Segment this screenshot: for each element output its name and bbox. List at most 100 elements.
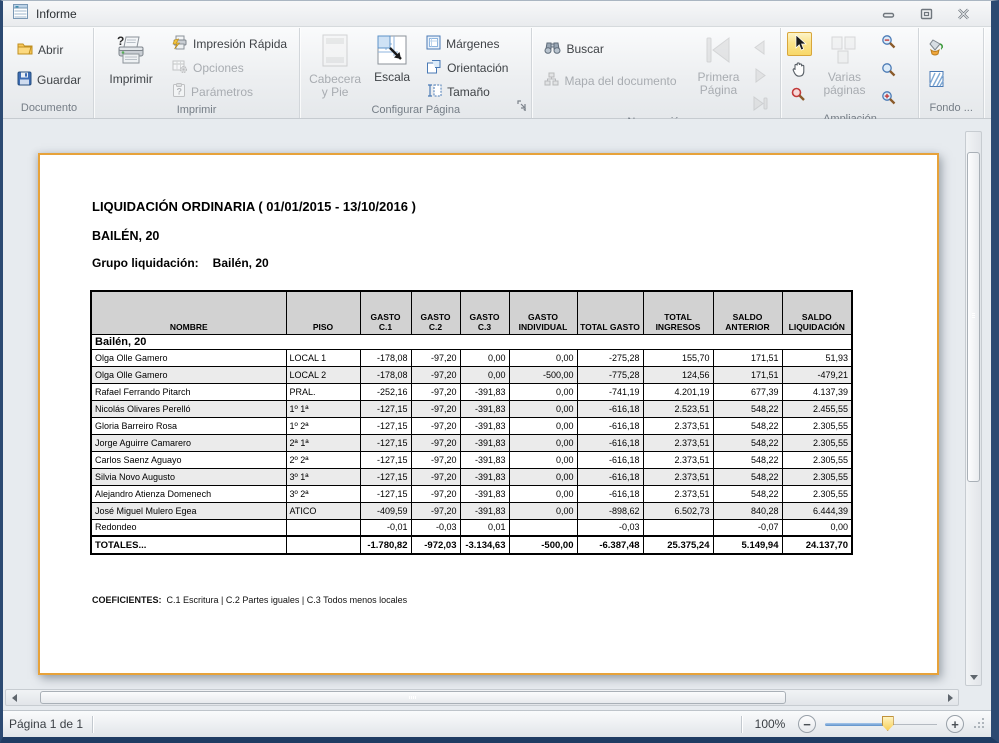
ribbon-group-documento: Abrir Guardar Documento bbox=[5, 28, 94, 118]
scroll-up-button[interactable] bbox=[966, 132, 981, 148]
pagina-anterior-button[interactable] bbox=[748, 35, 774, 59]
table-cell: 51,93 bbox=[782, 349, 852, 366]
pointer-tool-button[interactable] bbox=[787, 32, 812, 56]
mapa-documento-button[interactable]: Mapa del documento bbox=[538, 69, 688, 92]
scroll-left-button[interactable] bbox=[6, 690, 22, 705]
buscar-button[interactable]: Buscar bbox=[538, 37, 688, 60]
zoom-tool-icon-button[interactable] bbox=[787, 84, 812, 108]
scroll-right-button[interactable] bbox=[942, 690, 958, 705]
table-cell: -97,20 bbox=[411, 349, 460, 366]
table-cell: 171,51 bbox=[713, 366, 782, 383]
table-cell: -616,18 bbox=[577, 417, 643, 434]
scroll-down-button[interactable] bbox=[966, 669, 981, 685]
minimize-button[interactable] bbox=[882, 8, 896, 19]
horizontal-scrollbar-thumb[interactable] bbox=[40, 691, 786, 704]
table-cell: -479,21 bbox=[782, 366, 852, 383]
table-cell: -97,20 bbox=[411, 366, 460, 383]
table-cell: -127,15 bbox=[360, 468, 411, 485]
table-cell: -3.134,63 bbox=[460, 536, 509, 554]
close-button[interactable] bbox=[957, 8, 970, 20]
table-cell: -616,18 bbox=[577, 434, 643, 451]
zoom-out-stepper-button[interactable]: − bbox=[798, 715, 816, 733]
zoom-out-button[interactable] bbox=[876, 32, 912, 56]
varias-paginas-button[interactable]: Varias páginas bbox=[816, 32, 872, 99]
horizontal-scrollbar[interactable] bbox=[5, 689, 959, 706]
table-cell: Nicolás Olivares Perelló bbox=[91, 400, 286, 417]
pagina-siguiente-button[interactable] bbox=[748, 63, 774, 87]
primera-pagina-button[interactable]: Primera Página bbox=[692, 32, 744, 97]
opciones-label: Opciones bbox=[193, 61, 244, 75]
ultima-pagina-button[interactable] bbox=[748, 91, 774, 115]
cabecera-y-pie-button[interactable]: Cabecera y Pie bbox=[306, 32, 364, 99]
table-cell: 2.523,51 bbox=[643, 400, 713, 417]
zoom-slider-track-filled bbox=[825, 723, 888, 726]
tamano-button[interactable]: Tamaño bbox=[420, 80, 525, 103]
table-cell: -97,20 bbox=[411, 485, 460, 502]
resize-grip-icon[interactable] bbox=[973, 717, 985, 732]
mapa-documento-label: Mapa del documento bbox=[564, 74, 676, 88]
table-cell: 6.502,73 bbox=[643, 502, 713, 519]
table-row: Olga Olle GameroLOCAL 2-178,08-97,200,00… bbox=[91, 366, 852, 383]
marca-agua-button[interactable] bbox=[925, 68, 961, 92]
zoom-out-icon bbox=[879, 34, 898, 54]
table-row: Jorge Aguirre Camarero2ª 1ª-127,15-97,20… bbox=[91, 434, 852, 451]
table-cell: -391,83 bbox=[460, 485, 509, 502]
color-fondo-button[interactable] bbox=[925, 36, 961, 60]
magnifier-red-icon bbox=[790, 86, 807, 106]
zoom-button[interactable] bbox=[876, 60, 912, 84]
table-totals-row: TOTALES...-1.780,82-972,03-3.134,63-500,… bbox=[91, 536, 852, 554]
table-cell: -391,83 bbox=[460, 468, 509, 485]
zoom-in-stepper-button[interactable]: + bbox=[946, 715, 964, 733]
table-cell: Olga Olle Gamero bbox=[91, 366, 286, 383]
table-cell: -0,01 bbox=[360, 519, 411, 536]
table-cell: 4.201,19 bbox=[643, 383, 713, 400]
table-cell: Alejandro Atienza Domenech bbox=[91, 485, 286, 502]
table-cell: 2.305,55 bbox=[782, 417, 852, 434]
table-cell: -127,15 bbox=[360, 400, 411, 417]
table-cell: 171,51 bbox=[713, 349, 782, 366]
zoom-in-button[interactable] bbox=[876, 88, 912, 112]
folder-open-icon bbox=[17, 41, 33, 58]
titlebar: Informe bbox=[3, 1, 991, 27]
table-cell: Olga Olle Gamero bbox=[91, 349, 286, 366]
impresion-rapida-button[interactable]: Impresión Rápida bbox=[166, 32, 293, 55]
abrir-button[interactable]: Abrir bbox=[11, 38, 87, 61]
pointer-icon bbox=[791, 34, 808, 55]
margenes-button[interactable]: Márgenes bbox=[420, 32, 525, 55]
guardar-button[interactable]: Guardar bbox=[11, 68, 87, 91]
table-cell: 548,22 bbox=[713, 400, 782, 417]
table-cell: 840,28 bbox=[713, 502, 782, 519]
report-group-line: Grupo liquidación:Bailén, 20 bbox=[92, 256, 269, 270]
table-cell: 124,56 bbox=[643, 366, 713, 383]
orientation-icon bbox=[426, 59, 442, 77]
opciones-button[interactable]: Opciones bbox=[166, 56, 293, 79]
table-cell: 0,00 bbox=[460, 366, 509, 383]
tamano-label: Tamaño bbox=[447, 85, 490, 99]
parametros-button[interactable]: ? Parámetros bbox=[166, 80, 293, 103]
document-viewer: LIQUIDACIÓN ORDINARIA ( 01/01/2015 - 13/… bbox=[3, 119, 991, 710]
imprimir-button[interactable]: ? Imprimir bbox=[100, 32, 162, 86]
orientacion-label: Orientación bbox=[447, 61, 508, 75]
report-subtitle: BAILÉN, 20 bbox=[92, 229, 159, 243]
table-cell: 1º 1ª bbox=[286, 400, 360, 417]
dialog-launcher-icon[interactable] bbox=[517, 98, 528, 116]
vertical-scrollbar[interactable] bbox=[965, 131, 982, 686]
orientacion-button[interactable]: Orientación bbox=[420, 56, 525, 79]
escala-button[interactable]: Escala bbox=[368, 32, 416, 86]
zoom-slider[interactable] bbox=[825, 715, 937, 733]
table-header-cell: GASTO C.3 bbox=[460, 291, 509, 334]
table-cell: 25.375,24 bbox=[643, 536, 713, 554]
liquidation-table: NOMBREPISOGASTO C.1GASTO C.2GASTO C.3GAS… bbox=[90, 290, 853, 555]
hand-tool-button[interactable] bbox=[787, 58, 812, 82]
table-row: José Miguel Mulero EgeaATICO-409,59-97,2… bbox=[91, 502, 852, 519]
exportar-button[interactable]: Exportar bbox=[990, 32, 999, 86]
vertical-scrollbar-thumb[interactable] bbox=[967, 152, 980, 482]
table-cell: 0,00 bbox=[460, 349, 509, 366]
zoom-slider-thumb[interactable] bbox=[882, 716, 894, 731]
table-cell: -391,83 bbox=[460, 383, 509, 400]
table-cell: 0,00 bbox=[509, 468, 577, 485]
table-cell: 2.373,51 bbox=[643, 434, 713, 451]
restore-button[interactable] bbox=[920, 8, 933, 20]
table-cell: 24.137,70 bbox=[782, 536, 852, 554]
table-cell: 2.455,55 bbox=[782, 400, 852, 417]
